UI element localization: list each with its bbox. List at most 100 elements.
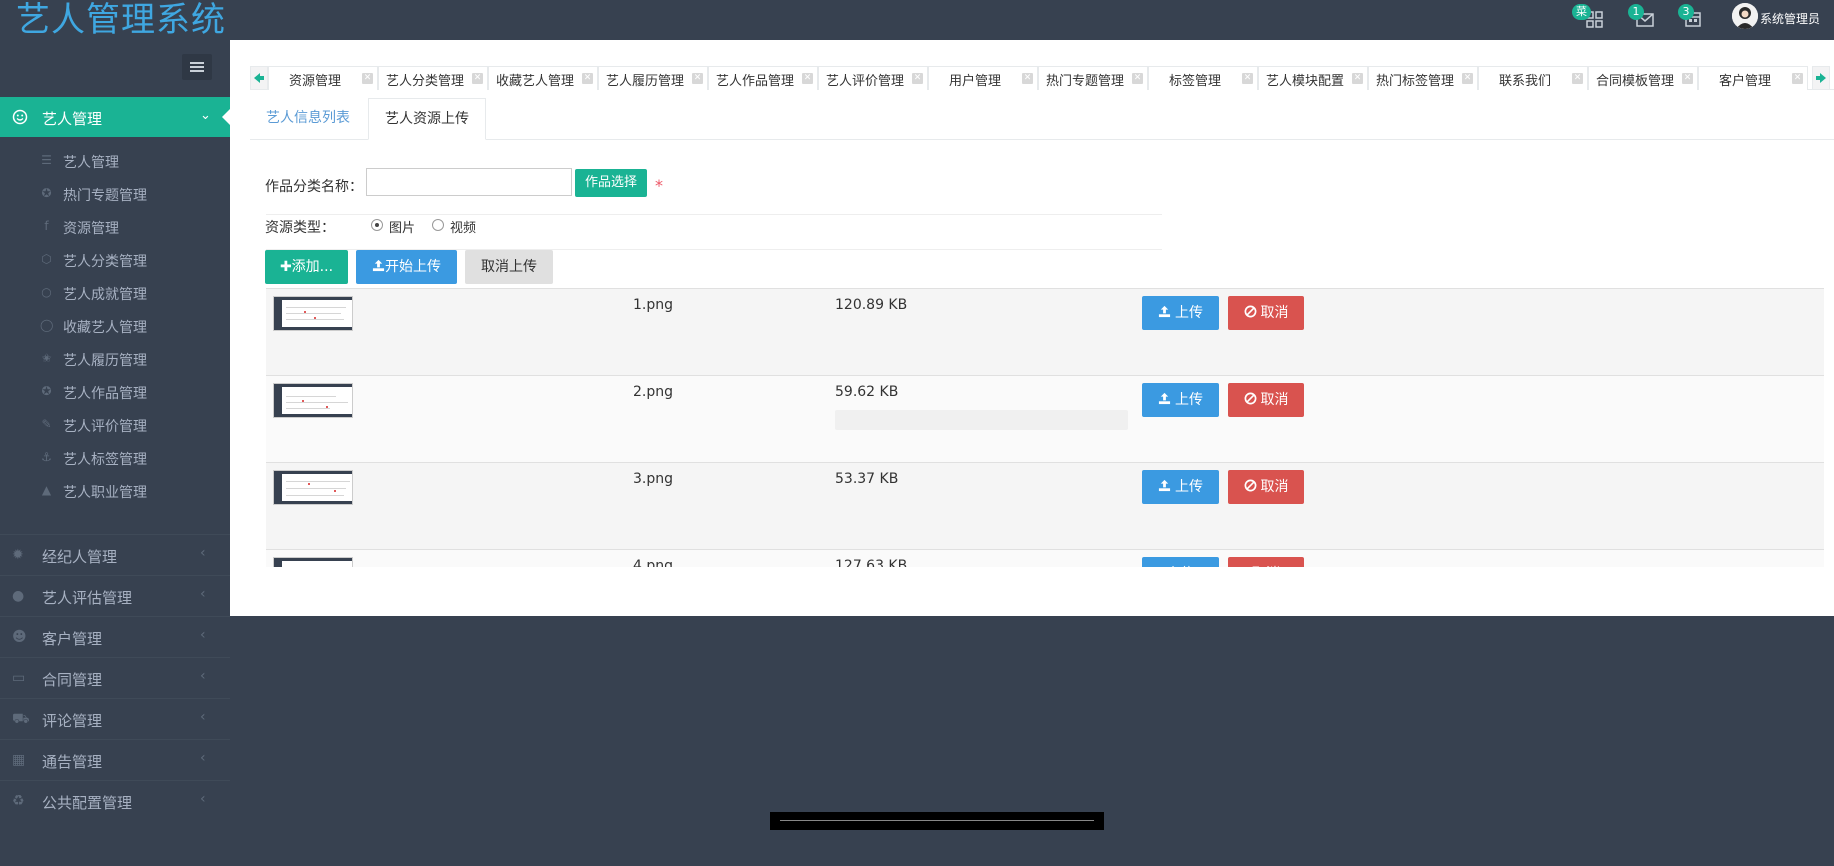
required-mark: * — [655, 176, 663, 195]
tab-category[interactable]: 艺人分类管理 ✕ — [378, 66, 488, 90]
add-files-button[interactable]: ✚添加... — [265, 250, 348, 284]
close-icon[interactable]: ✕ — [1682, 73, 1693, 84]
close-icon[interactable]: ✕ — [1572, 73, 1583, 84]
tab-users[interactable]: 用户管理 ✕ — [928, 66, 1038, 90]
upload-file-button[interactable]: 上传 — [1142, 383, 1219, 417]
close-icon[interactable]: ✕ — [912, 73, 923, 84]
tab-label: 标签管理 — [1168, 74, 1221, 89]
cancel-file-button[interactable]: 取消 — [1228, 296, 1304, 330]
upload-file-button[interactable]: 上传 — [1142, 296, 1219, 330]
close-icon[interactable]: ✕ — [802, 73, 813, 84]
sidebar-toggle-button[interactable] — [182, 54, 212, 80]
close-icon[interactable]: ✕ — [1022, 73, 1033, 84]
close-icon[interactable]: ✕ — [1242, 73, 1253, 84]
start-upload-button[interactable]: 开始上传 — [356, 250, 457, 284]
top-header: 艺人管理系统 菜 1 3 系统管理员 — [0, 0, 1834, 40]
tab-label: 热门专题管理 — [1045, 74, 1124, 89]
close-icon[interactable]: ✕ — [1462, 73, 1473, 84]
smile-icon — [12, 109, 28, 125]
upload-file-button[interactable]: 上传 — [1142, 557, 1219, 567]
sidebar-item-artist[interactable]: ☰ 艺人管理 — [0, 144, 230, 177]
sidebar-group-label: 艺人评估管理 — [42, 589, 133, 607]
cancel-upload-button[interactable]: 取消上传 — [465, 250, 553, 284]
tabs-scroll-left-button[interactable] — [250, 66, 268, 90]
sidebar-group-notice[interactable]: ▦ 通告管理 ‹ — [0, 739, 230, 780]
close-icon[interactable]: ✕ — [1132, 73, 1143, 84]
file-size: 59.62 KB — [835, 384, 899, 400]
close-icon[interactable]: ✕ — [1792, 73, 1803, 84]
tab-tags[interactable]: 标签管理 ✕ — [1148, 66, 1258, 90]
close-icon[interactable]: ✕ — [472, 73, 483, 84]
sidebar-item-favorites[interactable]: ◯ 收藏艺人管理 — [0, 309, 230, 342]
ring-icon: ◯ — [40, 318, 54, 332]
close-icon[interactable]: ✕ — [1352, 73, 1363, 84]
category-input[interactable] — [366, 168, 572, 196]
upload-file-button[interactable]: 上传 — [1142, 470, 1219, 504]
close-icon[interactable]: ✕ — [362, 73, 373, 84]
file-name: 1.png — [633, 297, 674, 313]
tab-resource[interactable]: 资源管理 ✕ — [268, 66, 378, 90]
radio-video[interactable] — [432, 219, 444, 231]
tab-customer[interactable]: 客户管理 ✕ — [1698, 66, 1808, 90]
file-size: 120.89 KB — [835, 297, 908, 313]
radio-image[interactable] — [371, 219, 383, 231]
chevron-left-icon: ‹ — [200, 627, 206, 643]
cancel-file-button[interactable]: 取消 — [1228, 557, 1304, 567]
tab-module-config[interactable]: 艺人模块配置 ✕ — [1258, 66, 1368, 90]
pick-works-button[interactable]: 作品选择 — [575, 169, 647, 197]
sidebar-item-label: 热门专题管理 — [63, 188, 147, 204]
sidebar-group-agent[interactable]: ✹ 经纪人管理 ‹ — [0, 534, 230, 575]
tabs-scroll-right-button[interactable] — [1812, 66, 1830, 90]
cancel-label: 取消 — [1260, 305, 1289, 321]
tab-resume[interactable]: 艺人履历管理 ✕ — [598, 66, 708, 90]
tab-contact[interactable]: 联系我们 ✕ — [1478, 66, 1588, 90]
tab-label: 客户管理 — [1718, 74, 1771, 89]
tab-artist-info-list[interactable]: 艺人信息列表 — [250, 98, 366, 140]
tab-works[interactable]: 艺人作品管理 ✕ — [708, 66, 818, 90]
ban-icon — [1244, 392, 1256, 405]
file-list: 1.png 120.89 KB 上传 取消 2.png 59.62 KB 上传 … — [266, 288, 1824, 567]
tab-reviews[interactable]: 艺人评价管理 ✕ — [818, 66, 928, 90]
sidebar-item-profession[interactable]: ▲ 艺人职业管理 — [0, 474, 230, 507]
recycle-icon: ♻ — [12, 793, 25, 809]
resource-type-label: 资源类型： — [265, 220, 335, 236]
close-icon[interactable]: ✕ — [692, 73, 703, 84]
tab-artist-resource-upload[interactable]: 艺人资源上传 — [368, 98, 486, 140]
sidebar-group-evaluation[interactable]: ● 艺人评估管理 ‹ — [0, 575, 230, 616]
sidebar-item-tags[interactable]: ⚓ 艺人标签管理 — [0, 441, 230, 474]
sidebar-item-works[interactable]: ✪ 艺人作品管理 — [0, 375, 230, 408]
upload-label: 上传 — [1175, 305, 1203, 321]
file-name: 2.png — [633, 384, 674, 400]
sidebar-group-public-config[interactable]: ♻ 公共配置管理 ‹ — [0, 780, 230, 821]
sidebar-item-reviews[interactable]: ✎ 艺人评价管理 — [0, 408, 230, 441]
menu-badge: 菜 — [1572, 4, 1591, 20]
sidebar-item-label: 艺人评价管理 — [63, 419, 147, 435]
sidebar-group-label: 通告管理 — [42, 753, 103, 771]
tab-hot-tags[interactable]: 热门标签管理 ✕ — [1368, 66, 1478, 90]
tab-hot-topic[interactable]: 热门专题管理 ✕ — [1038, 66, 1148, 90]
close-icon[interactable]: ✕ — [582, 73, 593, 84]
user-name[interactable]: 系统管理员 — [1760, 10, 1820, 27]
tab-contract-template[interactable]: 合同模板管理 ✕ — [1588, 66, 1698, 90]
cancel-file-button[interactable]: 取消 — [1228, 470, 1304, 504]
sidebar-group-customer[interactable]: ☻ 客户管理 ‹ — [0, 616, 230, 657]
sidebar-item-achievement[interactable]: ○ 艺人成就管理 — [0, 276, 230, 309]
cancel-file-button[interactable]: 取消 — [1228, 383, 1304, 417]
start-upload-label: 开始上传 — [385, 259, 441, 275]
chevron-left-icon: ‹ — [200, 709, 206, 725]
sidebar-item-category[interactable]: ⬡ 艺人分类管理 — [0, 243, 230, 276]
sidebar-group-contract[interactable]: ▭ 合同管理 ‹ — [0, 657, 230, 698]
sidebar-item-hot-topic[interactable]: ✪ 热门专题管理 — [0, 177, 230, 210]
tab-label: 资源管理 — [288, 74, 341, 89]
file-name: 3.png — [633, 471, 674, 487]
avatar[interactable] — [1732, 3, 1758, 29]
sidebar-item-resume[interactable]: ✬ 艺人履历管理 — [0, 342, 230, 375]
tab-favorites[interactable]: 收藏艺人管理 ✕ — [488, 66, 598, 90]
sidebar-item-resource[interactable]: f 资源管理 — [0, 210, 230, 243]
cancel-label: 取消 — [1260, 392, 1289, 408]
tab-label: 艺人模块配置 — [1265, 74, 1344, 89]
sidebar-group-comments[interactable]: ⛟ 评论管理 ‹ — [0, 698, 230, 739]
sidebar-group-artist-active[interactable]: 艺人管理 ⌄ — [0, 97, 230, 137]
users-icon: ☻ — [12, 629, 27, 645]
upload-icon — [1158, 392, 1171, 405]
